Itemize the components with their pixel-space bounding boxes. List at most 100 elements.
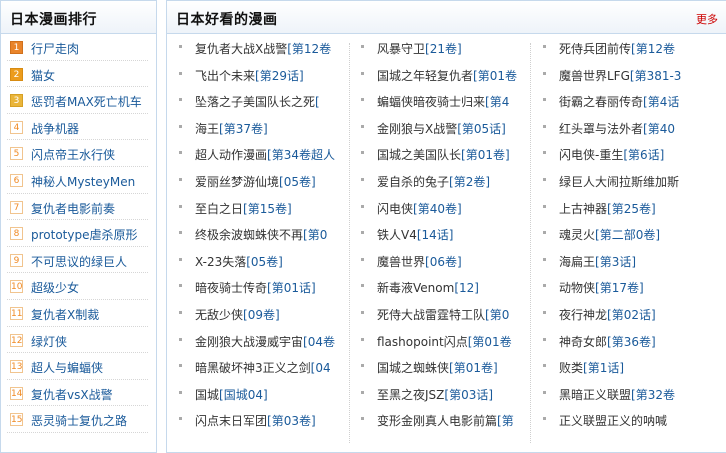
manga-volume[interactable]: [第12卷 [631, 42, 675, 56]
ranking-item[interactable]: 7 复仇者电影前奏 [7, 194, 148, 221]
manga-link[interactable]: 死侍大战雷霆特工队[第0 [377, 306, 509, 323]
ranking-item[interactable]: 13 超人与蝙蝠侠 [7, 353, 148, 380]
manga-volume[interactable]: [第40卷] [413, 202, 462, 216]
manga-title[interactable]: 国城之年轻复仇者 [377, 69, 473, 83]
manga-link[interactable]: 暗夜骑士传奇[第01话] [195, 279, 316, 296]
ranking-item[interactable]: 15 恶灵骑士复仇之路 [7, 406, 148, 433]
manga-title[interactable]: 夜行神龙 [559, 308, 607, 322]
manga-volume[interactable]: [第01卷 [468, 335, 512, 349]
manga-link[interactable]: 闪电侠-重生[第6话] [559, 146, 664, 163]
ranking-item-link[interactable]: 绿灯侠 [31, 333, 151, 350]
ranking-item-link[interactable]: 闪点帝王水行侠 [31, 146, 151, 163]
manga-link[interactable]: 魔兽世界LFG[第381-3 [559, 67, 681, 84]
manga-title[interactable]: 死侍大战雷霆特工队 [377, 308, 485, 322]
manga-link[interactable]: 动物侠[第17卷] [559, 279, 644, 296]
manga-volume[interactable]: [第01卷 [473, 69, 517, 83]
manga-title[interactable]: 魔兽世界LFG [559, 69, 630, 83]
manga-volume[interactable]: [第17卷] [595, 281, 644, 295]
manga-link[interactable]: 金刚狼大战漫威宇宙[04卷 [195, 333, 335, 350]
manga-link[interactable]: 复仇者大战X战警[第12卷 [195, 40, 331, 57]
ranking-item[interactable]: 11 复仇者X制裁 [7, 300, 148, 327]
ranking-item[interactable]: 8 prototype虐杀原形 [7, 220, 148, 247]
manga-title[interactable]: 上古神器 [559, 202, 607, 216]
manga-title[interactable]: 蝙蝠侠暗夜骑士归来 [377, 95, 485, 109]
ranking-item-link[interactable]: 超级少女 [31, 279, 151, 296]
manga-volume[interactable]: [第3话] [595, 255, 636, 269]
manga-title[interactable]: 正义联盟正义的呐喊 [559, 414, 667, 428]
manga-link[interactable]: 神奇女郎[第36卷] [559, 333, 656, 350]
manga-title[interactable]: 海扁王 [559, 255, 595, 269]
manga-link[interactable]: 上古神器[第25卷] [559, 200, 656, 217]
manga-title[interactable]: 复仇者大战X战警 [195, 42, 287, 56]
manga-link[interactable]: 国城[国城04] [195, 386, 268, 403]
manga-link[interactable]: 黑暗正义联盟[第32卷 [559, 386, 675, 403]
manga-volume[interactable]: [第01卷] [449, 361, 498, 375]
manga-volume[interactable]: [21卷] [425, 42, 462, 56]
manga-link[interactable]: 败类[第1话] [559, 359, 624, 376]
manga-title[interactable]: 海王 [195, 122, 219, 136]
manga-link[interactable]: 闪电侠[第40卷] [377, 200, 462, 217]
manga-link[interactable]: 铁人V4[14话] [377, 226, 454, 243]
manga-title[interactable]: 铁人V4 [377, 228, 417, 242]
ranking-item-link[interactable]: 复仇者电影前奏 [31, 200, 151, 217]
manga-title[interactable]: 街霸之春丽传奇 [559, 95, 643, 109]
manga-volume[interactable]: [第0 [303, 228, 327, 242]
manga-volume[interactable]: [05卷] [246, 255, 283, 269]
manga-volume[interactable]: [第29话] [255, 69, 304, 83]
manga-title[interactable]: 动物侠 [559, 281, 595, 295]
manga-link[interactable]: 街霸之春丽传奇[第4话 [559, 93, 679, 110]
manga-title[interactable]: flashopoint闪点 [377, 335, 468, 349]
manga-link[interactable]: 爱自杀的兔子[第2卷] [377, 173, 490, 190]
manga-volume[interactable]: [第12卷 [287, 42, 331, 56]
manga-title[interactable]: 超人动作漫画 [195, 148, 267, 162]
ranking-item[interactable]: 2 猫女 [7, 61, 148, 88]
manga-title[interactable]: 金刚狼与X战警 [377, 122, 457, 136]
ranking-item-link[interactable]: prototype虐杀原形 [31, 226, 151, 243]
manga-link[interactable]: 至黑之夜JSZ[第03话] [377, 386, 493, 403]
manga-link[interactable]: 至白之日[第15卷] [195, 200, 292, 217]
manga-volume[interactable]: [第0 [485, 308, 509, 322]
manga-title[interactable]: 闪点末日军团 [195, 414, 267, 428]
manga-volume[interactable]: [国城04] [219, 388, 268, 402]
manga-volume[interactable]: [第25卷] [607, 202, 656, 216]
manga-link[interactable]: 终极余波蜘蛛侠不再[第0 [195, 226, 327, 243]
manga-link[interactable]: 风暴守卫[21卷] [377, 40, 462, 57]
manga-link[interactable]: 绿巨人大闹拉斯维加斯 [559, 173, 679, 190]
manga-link[interactable]: 坠落之子美国队长之死[ [195, 93, 320, 110]
manga-title[interactable]: X-23失落 [195, 255, 246, 269]
manga-link[interactable]: 暗黑破坏神3正义之剑[04 [195, 359, 331, 376]
manga-title[interactable]: 变形金刚真人电影前篇 [377, 414, 497, 428]
ranking-item[interactable]: 1 行尸走肉 [7, 34, 148, 61]
manga-link[interactable]: 夜行神龙[第02话] [559, 306, 656, 323]
manga-link[interactable]: 蝙蝠侠暗夜骑士归来[第4 [377, 93, 509, 110]
manga-link[interactable]: 海扁王[第3话] [559, 253, 636, 270]
manga-link[interactable]: 国城之美国队长[第01卷] [377, 146, 510, 163]
manga-title[interactable]: 绿巨人大闹拉斯维加斯 [559, 175, 679, 189]
manga-link[interactable]: 爱丽丝梦游仙境[05卷] [195, 173, 316, 190]
manga-title[interactable]: 闪电侠 [377, 202, 413, 216]
manga-title[interactable]: 无敌少侠 [195, 308, 243, 322]
manga-link[interactable]: 变形金刚真人电影前篇[第 [377, 412, 514, 429]
manga-title[interactable]: 黑暗正义联盟 [559, 388, 631, 402]
ranking-item[interactable]: 14 复仇者vsX战警 [7, 380, 148, 407]
manga-volume[interactable]: [第01卷] [461, 148, 510, 162]
manga-volume[interactable]: [第4 [485, 95, 509, 109]
manga-link[interactable]: 魔兽世界[06卷] [377, 253, 462, 270]
manga-link[interactable]: 海王[第37卷] [195, 120, 268, 137]
manga-title[interactable]: 坠落之子美国队长之死 [195, 95, 315, 109]
manga-volume[interactable]: [第 [497, 414, 514, 428]
manga-title[interactable]: 神奇女郎 [559, 335, 607, 349]
manga-volume[interactable]: [第37卷] [219, 122, 268, 136]
manga-volume[interactable]: [05卷] [279, 175, 316, 189]
manga-volume[interactable]: [第34卷超人 [267, 148, 335, 162]
manga-volume[interactable]: [第15卷] [243, 202, 292, 216]
manga-volume[interactable]: [第02话] [607, 308, 656, 322]
manga-title[interactable]: 魂灵火 [559, 228, 595, 242]
manga-title[interactable]: 风暴守卫 [377, 42, 425, 56]
manga-title[interactable]: 暗黑破坏神3正义之剑 [195, 361, 311, 375]
manga-link[interactable]: 红头罩与法外者[第40 [559, 120, 675, 137]
manga-link[interactable]: 超人动作漫画[第34卷超人 [195, 146, 335, 163]
manga-link[interactable]: 飞出个未来[第29话] [195, 67, 304, 84]
manga-link[interactable]: 国城之蜘蛛侠[第01卷] [377, 359, 498, 376]
manga-title[interactable]: 终极余波蜘蛛侠不再 [195, 228, 303, 242]
